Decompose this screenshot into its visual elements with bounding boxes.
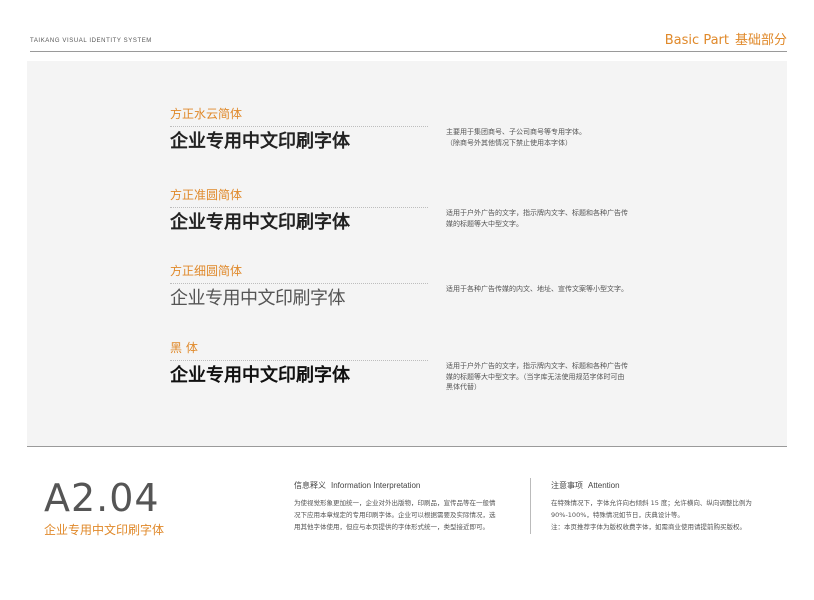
info-heading-cn: 信息释义 [294, 481, 326, 490]
info-body: 为使视觉形象更加统一，企业对外出版物，印刷品，宣传品等在一般情 况下应用本章规定… [294, 497, 496, 533]
font-sample: 企业专用中文印刷字体 [170, 131, 350, 152]
attention-heading-en: Attention [588, 481, 620, 490]
description-line: 适用于户外广告的文字，指示牌内文字、标题和各种广告传 [446, 209, 628, 217]
attention-body: 在特殊情况下，字体允许向右倾斜 15 度；允许横向、纵向调整比例为 90%-10… [551, 497, 752, 533]
font-sample: 企业专用中文印刷字体 [170, 365, 350, 386]
font-block-heiti: 黑 体 企业专用中文印刷字体 [170, 341, 430, 387]
font-description: 适用于户外广告的文字，指示牌内文字、标题和各种广告传 媒的标题等大中型文字。 [446, 208, 646, 229]
font-name: 黑 体 [170, 341, 198, 355]
font-name: 方正水云简体 [170, 107, 243, 121]
section-title: Basic Part 基础部分 [665, 29, 787, 48]
font-name: 方正准圆简体 [170, 188, 243, 202]
description-line: 适用于各种广告传媒的内文、地址、宣传文案等小型文字。 [446, 285, 628, 293]
page-title: 企业专用中文印刷字体 [44, 523, 165, 537]
font-block-xiyuan: 方正细圆简体 企业专用中文印刷字体 [170, 264, 430, 310]
font-description: 适用于各种广告传媒的内文、地址、宣传文案等小型文字。 [446, 284, 646, 295]
attention-line: 注：本页推荐字体为版权收费字体，如需商业使用请提前购买版权。 [551, 523, 746, 531]
font-sample: 企业专用中文印刷字体 [170, 212, 350, 233]
footer-vertical-divider [530, 478, 531, 534]
info-line: 为使视觉形象更加统一，企业对外出版物，印刷品，宣传品等在一般情 [294, 499, 496, 507]
attention-heading: 注意事项 Attention [551, 480, 620, 491]
font-name: 方正细圆简体 [170, 264, 243, 278]
info-heading-en: Information Interpretation [331, 481, 421, 490]
font-description: 主要用于集团商号、子公司商号等专用字体。 （除商号外其他情况下禁止使用本字体） [446, 127, 646, 148]
dotted-divider [170, 126, 428, 127]
description-line: 媒的标题等大中型文字。（当字库无法使用规范字体时可由 [446, 372, 625, 381]
dotted-divider [170, 283, 428, 284]
font-sample: 企业专用中文印刷字体 [170, 288, 346, 309]
bottom-divider [27, 446, 787, 447]
section-title-en: Basic Part [664, 33, 729, 48]
description-line: 适用于户外广告的文字，指示牌内文字、标题和各种广告传 [446, 362, 628, 370]
info-line: 况下应用本章规定的专用印刷字体。企业可以根据需要及实际情况，选 [294, 511, 496, 519]
dotted-divider [170, 360, 428, 361]
brand-label: TAIKANG VISUAL IDENTITY SYSTEM [30, 38, 152, 44]
description-line: 媒的标题等大中型文字。 [446, 219, 523, 228]
font-description: 适用于户外广告的文字，指示牌内文字、标题和各种广告传 媒的标题等大中型文字。（当… [446, 361, 646, 393]
info-heading: 信息释义 Information Interpretation [294, 480, 420, 491]
attention-heading-cn: 注意事项 [551, 481, 583, 490]
page-code: A2.04 [44, 476, 160, 520]
attention-line: 90%-100%，特殊情况如节日，庆典设计等。 [551, 511, 684, 519]
description-line: 主要用于集团商号、子公司商号等专用字体。 [446, 128, 586, 136]
attention-line: 在特殊情况下，字体允许向右倾斜 15 度；允许横向、纵向调整比例为 [551, 499, 752, 507]
top-divider [30, 51, 787, 52]
dotted-divider [170, 207, 428, 208]
font-block-shuiyun: 方正水云简体 企业专用中文印刷字体 [170, 107, 430, 153]
font-block-zhunyuan: 方正准圆简体 企业专用中文印刷字体 [170, 188, 430, 234]
description-line: 黑体代替） [446, 383, 481, 391]
section-title-cn: 基础部分 [734, 33, 787, 48]
description-line: （除商号外其他情况下禁止使用本字体） [446, 138, 572, 147]
info-line: 用其他字体使用，但应与本页提供的字体形式统一，类型接近即可。 [294, 523, 489, 531]
